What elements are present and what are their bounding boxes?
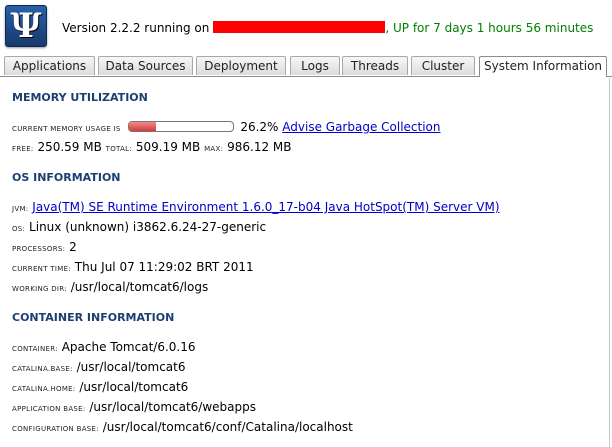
current-time-label: CURRENT TIME: — [12, 265, 71, 273]
memory-usage-bar — [127, 121, 234, 132]
memory-usage-row: CURRENT MEMORY USAGE IS 26.2% Advise Gar… — [12, 120, 441, 134]
container-section-title: CONTAINER INFORMATION — [12, 311, 175, 324]
max-value: 986.12 MB — [227, 140, 292, 154]
advise-gc-link[interactable]: Advise Garbage Collection — [282, 120, 440, 134]
tab-system-information[interactable]: System Information — [479, 56, 607, 77]
tab-applications[interactable]: Applications — [4, 56, 95, 75]
tab-logs[interactable]: Logs — [290, 56, 340, 75]
memory-usage-fill — [128, 122, 156, 131]
catalina-base-value: /usr/local/tomcat6 — [76, 360, 186, 374]
container-label: CONTAINER: — [12, 345, 58, 353]
jvm-link[interactable]: Java(TM) SE Runtime Environment 1.6.0_17… — [32, 200, 499, 214]
application-base-value: /usr/local/tomcat6/webapps — [89, 400, 256, 414]
memory-section-title: MEMORY UTILIZATION — [12, 91, 148, 104]
catalina-base-row: CATALINA.BASE: /usr/local/tomcat6 — [12, 360, 186, 374]
application-base-row: APPLICATION BASE: /usr/local/tomcat6/web… — [12, 400, 256, 414]
uptime-text: , UP for 7 days 1 hours 56 minutes — [385, 21, 594, 35]
os-section-title: OS INFORMATION — [12, 171, 121, 184]
redacted-hostname — [213, 21, 386, 33]
catalina-home-value: /usr/local/tomcat6 — [79, 380, 189, 394]
version-text: Version 2.2.2 running on — [62, 21, 210, 35]
tab-data-sources[interactable]: Data Sources — [98, 56, 193, 75]
catalina-home-row: CATALINA.HOME: /usr/local/tomcat6 — [12, 380, 188, 394]
current-time-value: Thu Jul 07 11:29:02 BRT 2011 — [74, 260, 254, 274]
memory-usage-percent: 26.2% — [240, 120, 279, 134]
tab-threads[interactable]: Threads — [342, 56, 408, 75]
status-line: Version 2.2.2 running on , UP for 7 days … — [62, 21, 593, 35]
logo-glyph: Ψ — [10, 6, 42, 46]
configuration-base-label: CONFIGURATION BASE: — [12, 425, 99, 433]
processors-value: 2 — [69, 240, 77, 254]
free-value: 250.59 MB — [37, 140, 102, 154]
catalina-base-label: CATALINA.BASE: — [12, 365, 73, 373]
total-label: TOTAL: — [105, 145, 133, 153]
jvm-row: JVM: Java(TM) SE Runtime Environment 1.6… — [12, 200, 500, 214]
current-time-row: CURRENT TIME: Thu Jul 07 11:29:02 BRT 20… — [12, 260, 254, 274]
configuration-base-value: /usr/local/tomcat6/conf/Catalina/localho… — [102, 420, 353, 434]
os-value: Linux (unknown) i3862.6.24-27-generic — [29, 220, 267, 234]
container-row: CONTAINER: Apache Tomcat/6.0.16 — [12, 340, 196, 354]
memory-stats-row: FREE: 250.59 MB TOTAL: 509.19 MB MAX: 98… — [12, 140, 291, 154]
working-dir-label: WORKING DIR: — [12, 285, 67, 293]
header: Ψ Version 2.2.2 running on , UP for 7 day… — [0, 0, 612, 58]
application-base-label: APPLICATION BASE: — [12, 405, 86, 413]
psi-logo-icon[interactable]: Ψ — [5, 5, 47, 47]
free-label: FREE: — [12, 145, 34, 153]
tab-bar: Applications Data Sources Deployment Log… — [0, 56, 612, 77]
working-dir-value: /usr/local/tomcat6/logs — [70, 280, 209, 294]
processors-label: PROCESSORS: — [12, 245, 66, 253]
max-label: MAX: — [204, 145, 224, 153]
catalina-home-label: CATALINA.HOME: — [12, 385, 76, 393]
panel-border — [609, 78, 610, 447]
os-row: OS: Linux (unknown) i3862.6.24-27-generi… — [12, 220, 266, 234]
tab-deployment[interactable]: Deployment — [196, 56, 286, 75]
memory-usage-label: CURRENT MEMORY USAGE IS — [12, 125, 121, 133]
configuration-base-row: CONFIGURATION BASE: /usr/local/tomcat6/c… — [12, 420, 353, 434]
os-label: OS: — [12, 225, 26, 233]
tab-cluster[interactable]: Cluster — [411, 56, 475, 75]
processors-row: PROCESSORS: 2 — [12, 240, 77, 254]
container-value: Apache Tomcat/6.0.16 — [61, 340, 196, 354]
jvm-label: JVM: — [12, 205, 29, 213]
total-value: 509.19 MB — [135, 140, 201, 154]
working-dir-row: WORKING DIR: /usr/local/tomcat6/logs — [12, 280, 208, 294]
